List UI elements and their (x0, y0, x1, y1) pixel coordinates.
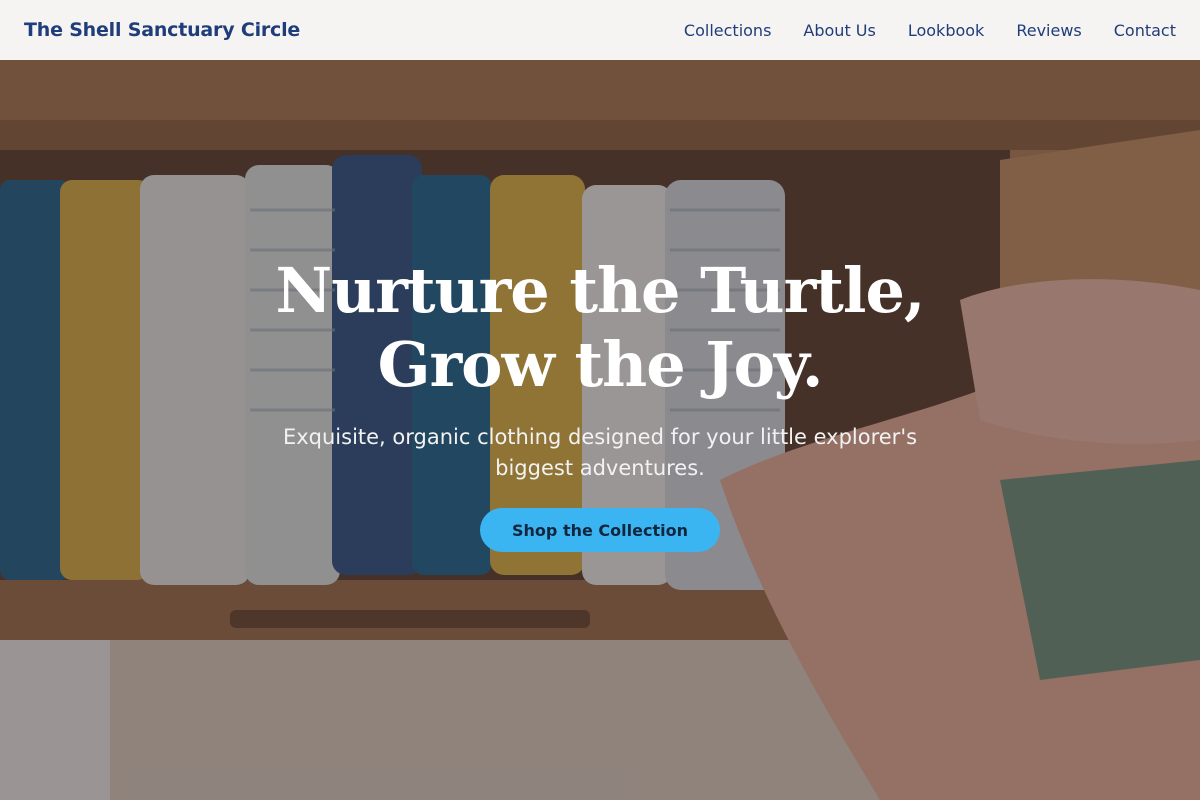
hero-section: Nurture the Turtle, Grow the Joy. Exquis… (0, 60, 1200, 800)
top-navbar: The Shell Sanctuary Circle Collections A… (0, 0, 1200, 60)
shop-collection-button[interactable]: Shop the Collection (480, 508, 720, 552)
hero-title-line-1: Nurture the Turtle, (275, 254, 926, 327)
nav-link-lookbook[interactable]: Lookbook (908, 21, 984, 40)
hero-content: Nurture the Turtle, Grow the Joy. Exquis… (0, 60, 1200, 800)
nav-link-about-us[interactable]: About Us (803, 21, 875, 40)
nav-link-collections[interactable]: Collections (684, 21, 771, 40)
hero-title-line-2: Grow the Joy. (377, 328, 824, 401)
hero-subtitle: Exquisite, organic clothing designed for… (282, 425, 918, 480)
main-nav: Collections About Us Lookbook Reviews Co… (652, 21, 1176, 40)
nav-link-reviews[interactable]: Reviews (1016, 21, 1081, 40)
hero-title: Nurture the Turtle, Grow the Joy. (220, 254, 980, 402)
site-logo-title[interactable]: The Shell Sanctuary Circle (24, 19, 300, 41)
nav-link-contact[interactable]: Contact (1114, 21, 1176, 40)
